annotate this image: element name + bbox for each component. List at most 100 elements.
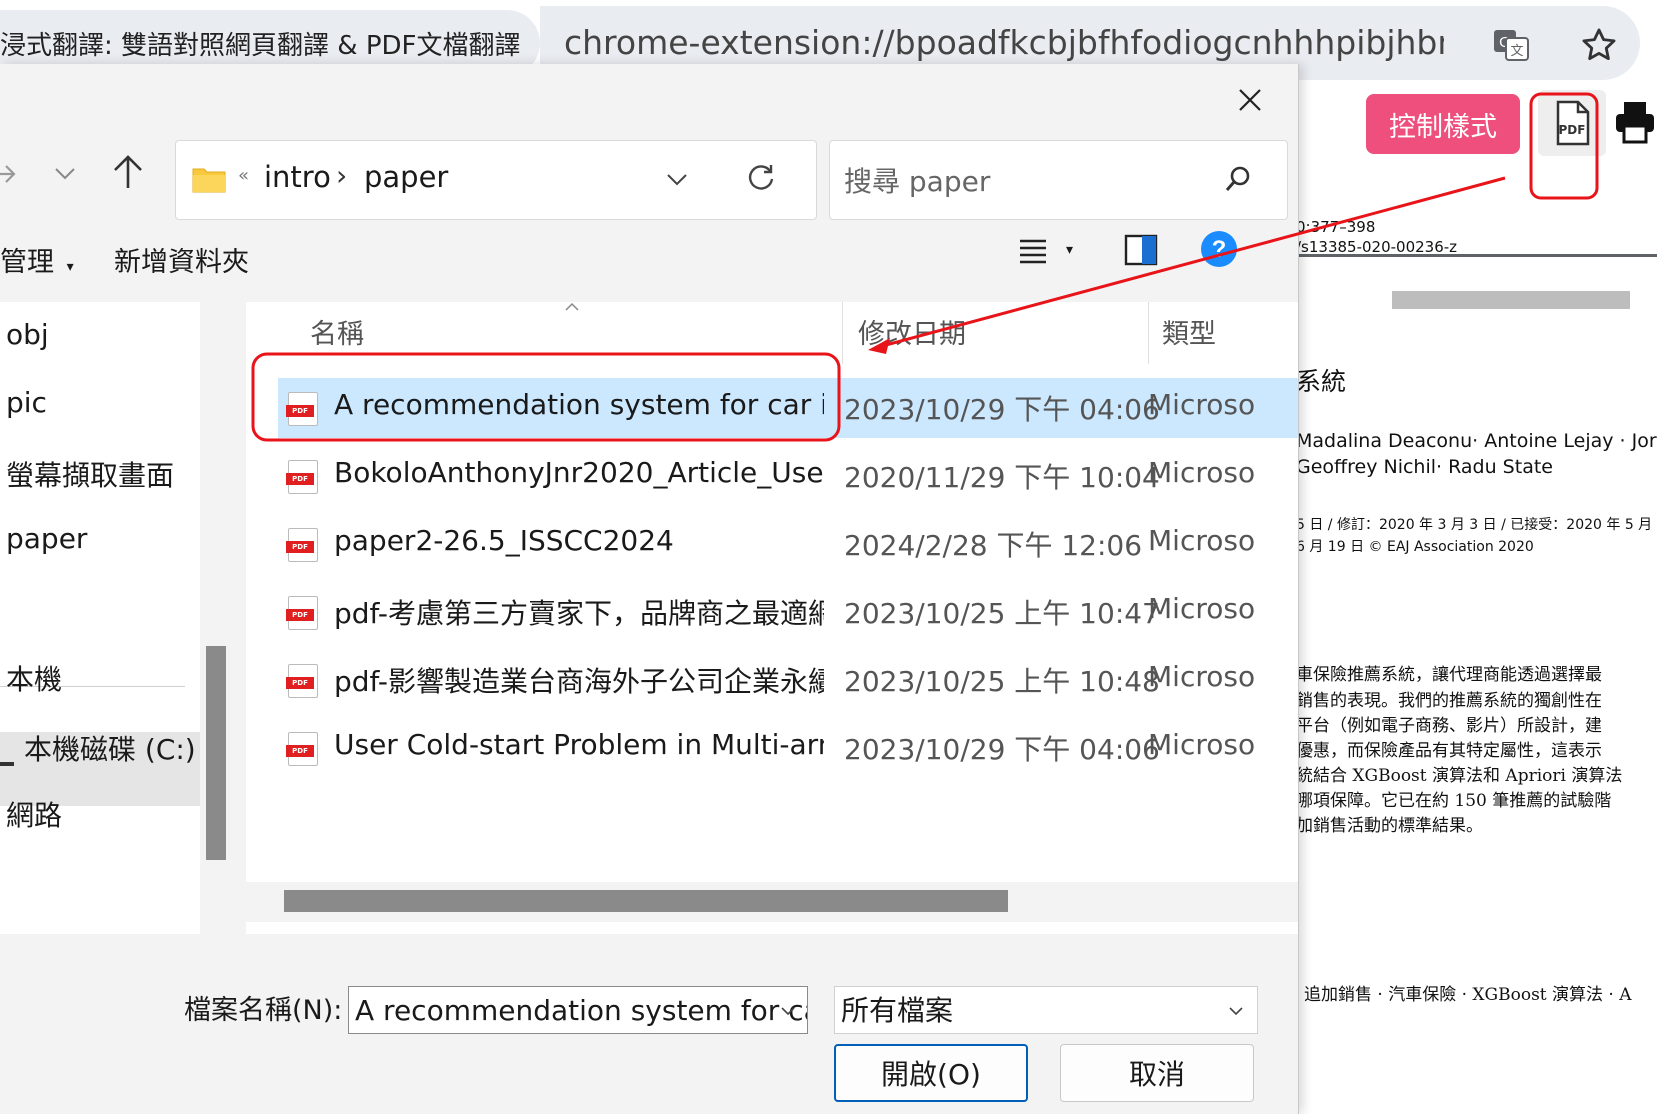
breadcrumb-paper[interactable]: paper	[364, 160, 448, 194]
pdf-viewer-toolbar: 控制樣式 PDF	[1296, 86, 1657, 164]
file-type: Microso	[1148, 456, 1256, 489]
pdf-upload-button[interactable]: PDF	[1538, 90, 1606, 156]
column-header-name[interactable]: 名稱	[310, 312, 364, 351]
doc-pages-text: 0:377–398	[1296, 218, 1376, 236]
nav-item-local-disk-c[interactable]: 本機磁碟 (C:)	[24, 728, 196, 768]
search-placeholder: 搜尋 paper	[844, 165, 991, 198]
filename-dropdown-icon[interactable]	[780, 1006, 796, 1016]
breadcrumb-bar[interactable]: « intro › paper	[175, 140, 817, 220]
nav-item-screenshots[interactable]: 螢幕擷取畫面	[6, 454, 174, 494]
translate-icon[interactable]: G 文	[1492, 26, 1530, 64]
pdf-viewer-page: 控制樣式 PDF 0:377–398 /s13385-020-00236-z 系…	[1296, 86, 1657, 1114]
doc-abstract-line: 車保險推薦系統，讓代理商能透過選擇最	[1296, 665, 1602, 685]
doc-dates-line2: 6 月 19 日 © EAJ Association 2020	[1296, 539, 1534, 555]
file-name: pdf-考慮第三方賣家下，品牌商之最適網...	[334, 597, 824, 630]
file-row[interactable]: PDF pdf-考慮第三方賣家下，品牌商之最適網... 2023/10/25 上…	[278, 582, 1298, 642]
recent-locations-chevron-icon[interactable]	[50, 156, 80, 192]
doc-authors-line1: Madalina Deaconu· Antoine Lejay · Jorge	[1296, 430, 1657, 452]
doc-dates-line1: 5 日 / 修訂：2020 年 3 月 3 日 / 已接受：2020 年 5 月	[1296, 517, 1653, 533]
file-row[interactable]: PDF User Cold-start Problem in Multi-arm…	[278, 718, 1298, 778]
column-header-type[interactable]: 類型	[1162, 312, 1216, 351]
forward-arrow-icon[interactable]	[0, 156, 20, 192]
column-divider[interactable]	[842, 302, 843, 364]
nav-item-pic[interactable]: pic	[6, 386, 47, 419]
file-date: 2024/2/28 下午 12:06	[844, 529, 1143, 562]
print-icon[interactable]	[1614, 100, 1656, 144]
file-open-dialog: « intro › paper 搜尋 paper 管理 ▾ 新增資料夾 ▾ ? …	[0, 64, 1299, 1114]
preview-pane-icon[interactable]	[1124, 234, 1158, 266]
file-date: 2023/10/29 下午 04:06	[844, 733, 1160, 766]
view-options-caret-icon[interactable]: ▾	[1066, 242, 1073, 258]
filename-value: A recommendation system for ca	[355, 994, 808, 1027]
file-name: User Cold-start Problem in Multi-arme...	[334, 728, 824, 761]
file-type: Microso	[1148, 660, 1256, 693]
close-icon[interactable]	[1226, 76, 1274, 124]
file-type: Microso	[1148, 524, 1256, 557]
search-icon[interactable]	[1224, 165, 1252, 193]
file-type: Microso	[1148, 728, 1256, 761]
navigation-pane: obj pic 螢幕擷取畫面 paper 本機 本機磁碟 (C:) 網路	[0, 302, 200, 934]
doc-gray-bar	[1392, 291, 1630, 309]
filetype-select[interactable]: 所有檔案	[834, 986, 1258, 1034]
file-name: A recommendation system for car insu...	[334, 388, 824, 421]
filename-label: 檔案名稱(N):	[184, 995, 343, 1026]
pdf-file-icon: PDF	[1556, 100, 1590, 146]
file-type: Microso	[1148, 592, 1256, 625]
file-name: paper2-26.5_ISSCC2024	[334, 524, 674, 557]
breadcrumb-overflow[interactable]: «	[238, 165, 249, 186]
search-input[interactable]: 搜尋 paper	[829, 140, 1288, 220]
new-folder-button[interactable]: 新增資料夾	[114, 240, 249, 279]
control-style-button[interactable]: 控制樣式	[1366, 94, 1520, 154]
view-list-icon[interactable]	[1018, 236, 1048, 266]
nav-pane-scrollbar[interactable]	[206, 646, 226, 860]
pdf-icon-text: PDF	[1559, 123, 1586, 137]
column-header-modified[interactable]: 修改日期	[858, 312, 966, 351]
nav-item-obj[interactable]: obj	[6, 318, 49, 351]
breadcrumb-separator: ›	[336, 159, 348, 192]
organize-caret-icon: ▾	[66, 259, 74, 275]
filetype-dropdown-icon[interactable]	[1228, 1006, 1244, 1016]
file-row[interactable]: PDF pdf-影響製造業台商海外子公司企業永續... 2023/10/25 上…	[278, 650, 1298, 710]
filetype-value: 所有檔案	[841, 994, 954, 1027]
doc-title-fragment: 系統	[1296, 367, 1347, 396]
nav-item-paper[interactable]: paper	[6, 522, 87, 555]
tab-title: 浸式翻譯: 雙語對照網頁翻譯 & PDF文檔翻譯	[0, 30, 521, 61]
refresh-icon[interactable]	[746, 163, 776, 193]
sort-ascending-icon	[565, 302, 579, 311]
drive-icon	[0, 762, 14, 766]
folder-icon	[192, 168, 226, 193]
horizontal-scrollbar-thumb[interactable]	[284, 890, 1008, 912]
file-row[interactable]: PDF A recommendation system for car insu…	[278, 378, 1298, 438]
pdf-file-icon: PDF	[286, 528, 318, 562]
file-name: pdf-影響製造業台商海外子公司企業永續...	[334, 665, 824, 698]
file-name: BokoloAnthonyJnr2020_Article_UseOf...	[334, 456, 824, 489]
nav-item-network[interactable]: 網路	[6, 794, 62, 834]
pdf-file-icon: PDF	[286, 732, 318, 766]
file-row[interactable]: PDF BokoloAnthonyJnr2020_Article_UseOf..…	[278, 446, 1298, 506]
svg-text:文: 文	[1510, 44, 1523, 59]
up-arrow-icon[interactable]	[108, 152, 148, 192]
cancel-button[interactable]: 取消	[1060, 1044, 1254, 1102]
breadcrumb-intro[interactable]: intro	[264, 160, 331, 194]
open-button[interactable]: 開啟(O)	[834, 1044, 1028, 1102]
filename-input[interactable]: A recommendation system for ca	[348, 986, 808, 1034]
organize-menu[interactable]: 管理 ▾	[0, 240, 74, 279]
pdf-file-icon: PDF	[286, 460, 318, 494]
file-date: 2023/10/25 上午 10:47	[844, 597, 1160, 630]
file-row[interactable]: PDF paper2-26.5_ISSCC2024 2024/2/28 下午 1…	[278, 514, 1298, 574]
organize-label: 管理	[0, 247, 54, 278]
doc-abstract-line: 哪項保障。它已在約 150 筆推薦的試驗階	[1296, 791, 1612, 811]
doc-abstract-line: 優惠，而保險產品有其特定屬性，這表示	[1296, 741, 1602, 761]
nav-item-this-pc[interactable]: 本機	[6, 658, 62, 698]
file-list: 名稱 修改日期 類型 PDF A recommendation system f…	[246, 302, 1298, 934]
bookmark-star-icon[interactable]	[1580, 26, 1618, 64]
column-divider[interactable]	[1148, 302, 1149, 364]
help-icon[interactable]: ?	[1200, 230, 1238, 268]
doc-abstract-line: 統結合 XGBoost 演算法和 Apriori 演算法	[1296, 766, 1623, 786]
pdf-file-icon: PDF	[286, 596, 318, 630]
address-dropdown-icon[interactable]	[666, 173, 688, 187]
doc-rule	[1296, 254, 1657, 257]
doc-abstract-line: 平台（例如電子商務、影片）所設計，建	[1296, 716, 1602, 736]
file-date: 2023/10/25 上午 10:48	[844, 665, 1160, 698]
doc-keywords: 追加銷售 · 汽車保險 · XGBoost 演算法 · A	[1304, 985, 1632, 1005]
